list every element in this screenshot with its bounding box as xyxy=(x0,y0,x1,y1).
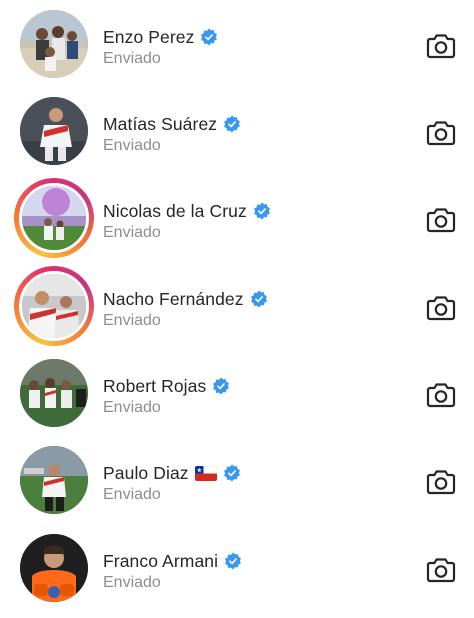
camera-icon[interactable] xyxy=(426,295,456,321)
name-line: Enzo Perez xyxy=(103,25,218,49)
message-status: Enviado xyxy=(103,399,161,416)
message-status: Enviado xyxy=(103,50,161,67)
contact-name: Nicolas de la Cruz xyxy=(103,200,247,221)
avatar-container[interactable] xyxy=(14,91,94,171)
camera-icon[interactable] xyxy=(426,120,456,146)
camera-icon[interactable] xyxy=(426,207,456,233)
story-ring[interactable] xyxy=(14,178,94,258)
name-line: Nicolas de la Cruz xyxy=(103,199,271,223)
chile-flag-icon xyxy=(194,465,217,481)
name-line: Franco Armani xyxy=(103,549,242,573)
verified-badge-icon xyxy=(213,377,230,395)
story-ring[interactable] xyxy=(14,266,94,346)
avatar xyxy=(20,446,88,514)
name-line: Nacho Fernández xyxy=(103,287,268,311)
verified-badge-icon xyxy=(225,552,242,570)
verified-badge-icon xyxy=(250,290,267,308)
contact-name: Nacho Fernández xyxy=(103,288,244,309)
conversation-list: Enzo Perez Enviado Matías Suárez Enviado… xyxy=(0,0,474,618)
conversation-row[interactable]: Franco Armani Enviado xyxy=(0,528,474,614)
avatar-container[interactable] xyxy=(14,440,94,520)
avatar xyxy=(20,534,88,602)
avatar-container[interactable] xyxy=(14,353,94,433)
camera-icon[interactable] xyxy=(426,469,456,495)
verified-badge-icon xyxy=(253,202,270,220)
conversation-row[interactable]: Paulo Diaz Enviado xyxy=(0,440,474,526)
contact-name: Franco Armani xyxy=(103,550,219,571)
conversation-row[interactable]: Nicolas de la Cruz Enviado xyxy=(0,178,474,264)
camera-icon[interactable] xyxy=(426,557,456,583)
contact-name: Paulo Diaz xyxy=(103,462,189,483)
camera-icon[interactable] xyxy=(426,382,456,408)
message-status: Enviado xyxy=(103,312,161,329)
camera-icon[interactable] xyxy=(426,33,456,59)
contact-name: Robert Rojas xyxy=(103,375,207,396)
avatar-container[interactable] xyxy=(14,4,94,84)
verified-badge-icon xyxy=(223,464,240,482)
message-status: Enviado xyxy=(103,486,161,503)
avatar xyxy=(19,183,89,253)
message-status: Enviado xyxy=(103,574,161,591)
name-line: Robert Rojas xyxy=(103,374,230,398)
avatar xyxy=(20,97,88,165)
contact-name: Enzo Perez xyxy=(103,26,195,47)
message-status: Enviado xyxy=(103,224,161,241)
name-line: Paulo Diaz xyxy=(103,461,241,485)
conversation-row[interactable]: Enzo Perez Enviado xyxy=(0,4,474,90)
contact-name: Matías Suárez xyxy=(103,113,218,134)
conversation-row[interactable]: Robert Rojas Enviado xyxy=(0,353,474,439)
avatar-container[interactable] xyxy=(14,528,94,608)
verified-badge-icon xyxy=(224,115,241,133)
conversation-row[interactable]: Nacho Fernández Enviado xyxy=(0,266,474,352)
verified-badge-icon xyxy=(201,28,218,46)
avatar xyxy=(19,271,89,341)
avatar xyxy=(20,10,88,78)
message-status: Enviado xyxy=(103,137,161,154)
name-line: Matías Suárez xyxy=(103,112,241,136)
conversation-row[interactable]: Matías Suárez Enviado xyxy=(0,91,474,177)
avatar xyxy=(20,359,88,427)
